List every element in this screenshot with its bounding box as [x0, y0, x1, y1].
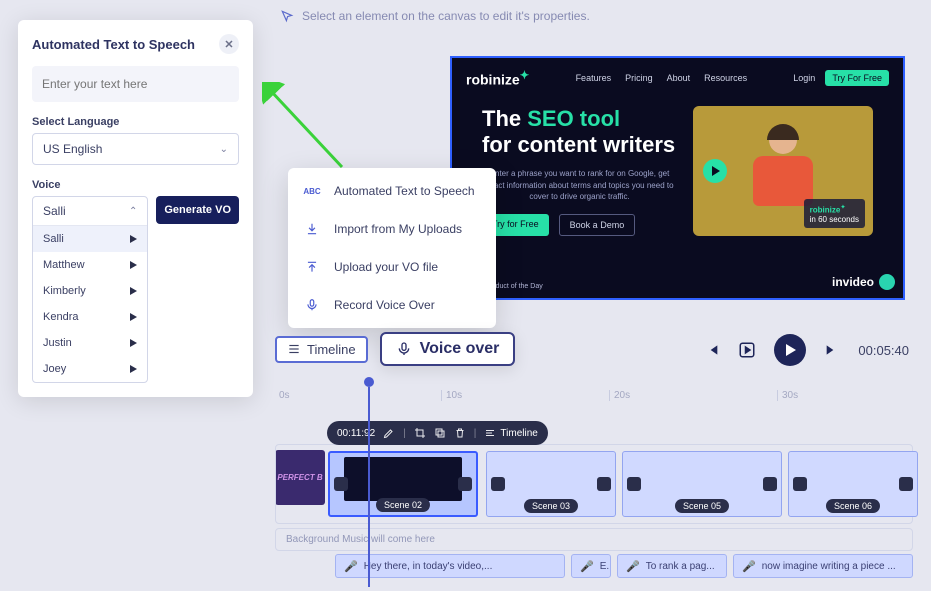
voiceover-button[interactable]: Voice over: [380, 332, 516, 366]
scene-clip[interactable]: Scene 06: [788, 451, 918, 517]
language-label: Select Language: [32, 116, 239, 128]
trash-icon[interactable]: [454, 427, 466, 439]
edit-icon[interactable]: [383, 427, 395, 439]
scene-clip[interactable]: Scene 03: [486, 451, 616, 517]
tts-panel-title: Automated Text to Speech: [32, 37, 195, 52]
mic-icon: 🎤: [344, 560, 358, 573]
language-select[interactable]: US English ⌄: [32, 133, 239, 165]
play-icon[interactable]: [130, 261, 137, 269]
preview-logo: robinize✦: [466, 68, 529, 88]
cursor-icon: [280, 9, 294, 23]
mic-icon: 🎤: [626, 560, 640, 573]
play-icon[interactable]: [130, 339, 137, 347]
vo-clip[interactable]: 🎤now imagine writing a piece ...: [733, 554, 913, 578]
voice-select[interactable]: Salli ⌃ SalliMatthewKimberlyKendraJustin…: [32, 196, 148, 383]
mic-icon: 🎤: [742, 560, 756, 573]
menu-record-vo[interactable]: Record Voice Over: [288, 286, 496, 324]
play-icon[interactable]: [130, 365, 137, 373]
upload-icon: [304, 259, 320, 275]
download-icon: [304, 221, 320, 237]
crop-icon[interactable]: [414, 427, 426, 439]
play-icon[interactable]: [130, 287, 137, 295]
menu-automated-tts[interactable]: ABC Automated Text to Speech: [288, 172, 496, 210]
transport-controls: 00:05:40: [704, 334, 909, 366]
chevron-up-icon: ⌃: [129, 206, 137, 217]
canvas-preview[interactable]: robinize✦ FeaturesPricingAboutResources …: [450, 56, 905, 300]
annotation-arrow: [262, 82, 352, 172]
duration-display: 00:05:40: [858, 343, 909, 358]
menu-import-uploads[interactable]: Import from My Uploads: [288, 210, 496, 248]
play-button[interactable]: [774, 334, 806, 366]
watermark: invideo: [832, 274, 895, 290]
scene-clip[interactable]: Scene 02: [328, 451, 478, 517]
abc-icon: ABC: [304, 183, 320, 199]
voice-option[interactable]: Justin: [33, 330, 147, 356]
voice-option[interactable]: Salli: [33, 226, 147, 252]
voice-option[interactable]: Kendra: [33, 304, 147, 330]
vo-clip[interactable]: 🎤To rank a pag...: [617, 554, 727, 578]
list-icon: [287, 342, 301, 356]
clip-toolbar: 00:11:92 | | Timeline: [327, 421, 548, 445]
mic-icon: [304, 297, 320, 313]
play-icon[interactable]: [130, 313, 137, 321]
canvas-hint: Select an element on the canvas to edit …: [280, 9, 590, 23]
menu-upload-vo[interactable]: Upload your VO file: [288, 248, 496, 286]
voiceover-menu: ABC Automated Text to Speech Import from…: [288, 168, 496, 328]
preview-video-thumb: robinize✦in 60 seconds: [693, 106, 873, 236]
skip-back-button[interactable]: [704, 342, 720, 358]
timeline-toggle[interactable]: Timeline: [484, 427, 537, 439]
scene-clip[interactable]: Scene 05: [622, 451, 782, 517]
play-icon[interactable]: [130, 235, 137, 243]
preview-nav: FeaturesPricingAboutResources: [576, 73, 748, 83]
chevron-down-icon: ⌄: [220, 144, 228, 155]
vo-clip[interactable]: 🎤E...: [571, 554, 611, 578]
duplicate-icon[interactable]: [434, 427, 446, 439]
voice-option[interactable]: Kimberly: [33, 278, 147, 304]
mic-icon: [396, 341, 412, 357]
timeline-button[interactable]: Timeline: [275, 336, 368, 363]
replay-button[interactable]: [738, 341, 756, 359]
voice-option[interactable]: Matthew: [33, 252, 147, 278]
skip-forward-button[interactable]: [824, 342, 840, 358]
voice-dropdown-list: SalliMatthewKimberlyKendraJustinJoey: [33, 225, 147, 382]
tts-panel: Automated Text to Speech ✕ Select Langua…: [18, 20, 253, 397]
playhead[interactable]: [364, 377, 374, 587]
mic-icon: 🎤: [580, 560, 594, 573]
voice-option[interactable]: Joey: [33, 356, 147, 382]
voice-label: Voice: [32, 179, 239, 191]
generate-vo-button[interactable]: Generate VO: [156, 196, 239, 224]
tts-text-input[interactable]: [32, 66, 239, 102]
close-icon[interactable]: ✕: [219, 34, 239, 54]
